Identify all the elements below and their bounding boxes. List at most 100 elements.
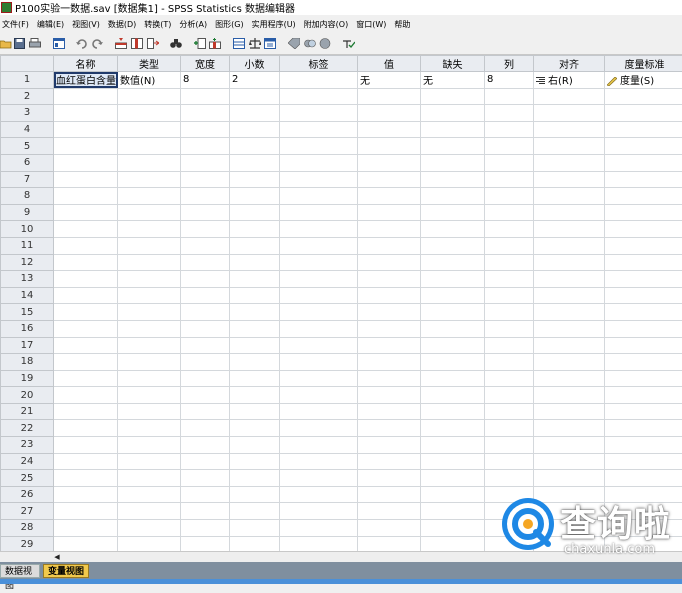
empty-cell[interactable] bbox=[181, 320, 230, 337]
empty-cell[interactable] bbox=[280, 503, 358, 520]
empty-cell[interactable] bbox=[605, 171, 682, 188]
cell-label[interactable] bbox=[280, 72, 358, 89]
menu-item-8[interactable]: 附加内容(O) bbox=[302, 19, 355, 30]
empty-cell[interactable] bbox=[54, 188, 118, 205]
empty-cell[interactable] bbox=[358, 188, 421, 205]
empty-cell[interactable] bbox=[485, 387, 534, 404]
row-number[interactable]: 5 bbox=[1, 138, 54, 155]
empty-cell[interactable] bbox=[118, 486, 181, 503]
empty-cell[interactable] bbox=[54, 486, 118, 503]
empty-cell[interactable] bbox=[421, 470, 485, 487]
empty-cell[interactable] bbox=[605, 403, 682, 420]
redo-icon[interactable] bbox=[91, 38, 103, 49]
empty-cell[interactable] bbox=[118, 287, 181, 304]
empty-cell[interactable] bbox=[118, 138, 181, 155]
empty-cell[interactable] bbox=[358, 453, 421, 470]
empty-cell[interactable] bbox=[280, 188, 358, 205]
row-number[interactable]: 26 bbox=[1, 486, 54, 503]
empty-cell[interactable] bbox=[280, 271, 358, 288]
empty-cell[interactable] bbox=[230, 320, 280, 337]
empty-cell[interactable] bbox=[421, 154, 485, 171]
empty-cell[interactable] bbox=[605, 354, 682, 371]
empty-cell[interactable] bbox=[421, 520, 485, 537]
empty-cell[interactable] bbox=[534, 221, 605, 238]
cell-missing[interactable]: 无 bbox=[421, 72, 485, 89]
empty-cell[interactable] bbox=[54, 204, 118, 221]
empty-cell[interactable] bbox=[605, 287, 682, 304]
empty-cell[interactable] bbox=[181, 88, 230, 105]
empty-cell[interactable] bbox=[280, 204, 358, 221]
empty-cell[interactable] bbox=[534, 154, 605, 171]
empty-cell[interactable] bbox=[54, 271, 118, 288]
row-number[interactable]: 7 bbox=[1, 171, 54, 188]
empty-cell[interactable] bbox=[605, 188, 682, 205]
empty-cell[interactable] bbox=[118, 437, 181, 454]
empty-cell[interactable] bbox=[534, 237, 605, 254]
save-icon[interactable] bbox=[14, 38, 26, 49]
empty-cell[interactable] bbox=[358, 254, 421, 271]
empty-cell[interactable] bbox=[280, 287, 358, 304]
menu-item-7[interactable]: 实用程序(U) bbox=[250, 19, 302, 30]
empty-cell[interactable] bbox=[280, 237, 358, 254]
empty-cell[interactable] bbox=[280, 370, 358, 387]
empty-cell[interactable] bbox=[230, 403, 280, 420]
empty-cell[interactable] bbox=[181, 105, 230, 122]
menu-item-2[interactable]: 视图(V) bbox=[70, 19, 106, 30]
empty-cell[interactable] bbox=[181, 287, 230, 304]
empty-cell[interactable] bbox=[358, 370, 421, 387]
empty-cell[interactable] bbox=[358, 154, 421, 171]
find-icon[interactable] bbox=[170, 38, 182, 49]
row-number[interactable]: 11 bbox=[1, 237, 54, 254]
empty-cell[interactable] bbox=[280, 138, 358, 155]
empty-cell[interactable] bbox=[421, 287, 485, 304]
empty-cell[interactable] bbox=[358, 354, 421, 371]
empty-cell[interactable] bbox=[280, 154, 358, 171]
empty-cell[interactable] bbox=[280, 403, 358, 420]
empty-cell[interactable] bbox=[421, 204, 485, 221]
empty-cell[interactable] bbox=[280, 121, 358, 138]
cell-values[interactable]: 无 bbox=[358, 72, 421, 89]
row-number[interactable]: 2 bbox=[1, 88, 54, 105]
empty-cell[interactable] bbox=[358, 387, 421, 404]
empty-cell[interactable] bbox=[181, 337, 230, 354]
empty-cell[interactable] bbox=[605, 154, 682, 171]
empty-cell[interactable] bbox=[421, 420, 485, 437]
empty-cell[interactable] bbox=[534, 354, 605, 371]
empty-cell[interactable] bbox=[605, 420, 682, 437]
empty-cell[interactable] bbox=[54, 437, 118, 454]
empty-cell[interactable] bbox=[358, 403, 421, 420]
row-number[interactable]: 18 bbox=[1, 354, 54, 371]
empty-cell[interactable] bbox=[54, 105, 118, 122]
goto-case-icon[interactable] bbox=[115, 38, 127, 49]
empty-cell[interactable] bbox=[230, 354, 280, 371]
column-header-name[interactable]: 名称 bbox=[54, 56, 118, 72]
empty-cell[interactable] bbox=[485, 138, 534, 155]
empty-cell[interactable] bbox=[54, 387, 118, 404]
empty-cell[interactable] bbox=[485, 88, 534, 105]
empty-cell[interactable] bbox=[54, 88, 118, 105]
empty-cell[interactable] bbox=[118, 204, 181, 221]
empty-cell[interactable] bbox=[485, 271, 534, 288]
empty-cell[interactable] bbox=[118, 320, 181, 337]
empty-cell[interactable] bbox=[534, 320, 605, 337]
empty-cell[interactable] bbox=[421, 254, 485, 271]
empty-cell[interactable] bbox=[534, 470, 605, 487]
empty-cell[interactable] bbox=[230, 370, 280, 387]
empty-cell[interactable] bbox=[118, 171, 181, 188]
empty-cell[interactable] bbox=[534, 204, 605, 221]
empty-cell[interactable] bbox=[485, 403, 534, 420]
empty-cell[interactable] bbox=[118, 536, 181, 551]
empty-cell[interactable] bbox=[534, 271, 605, 288]
select-cases-icon[interactable] bbox=[264, 38, 276, 49]
empty-cell[interactable] bbox=[358, 105, 421, 122]
empty-cell[interactable] bbox=[118, 304, 181, 321]
empty-cell[interactable] bbox=[605, 387, 682, 404]
empty-cell[interactable] bbox=[421, 453, 485, 470]
empty-cell[interactable] bbox=[54, 403, 118, 420]
empty-cell[interactable] bbox=[421, 221, 485, 238]
empty-cell[interactable] bbox=[421, 138, 485, 155]
tab-variable-view[interactable]: 变量视图 bbox=[43, 564, 89, 578]
empty-cell[interactable] bbox=[485, 171, 534, 188]
empty-cell[interactable] bbox=[54, 470, 118, 487]
empty-cell[interactable] bbox=[54, 420, 118, 437]
